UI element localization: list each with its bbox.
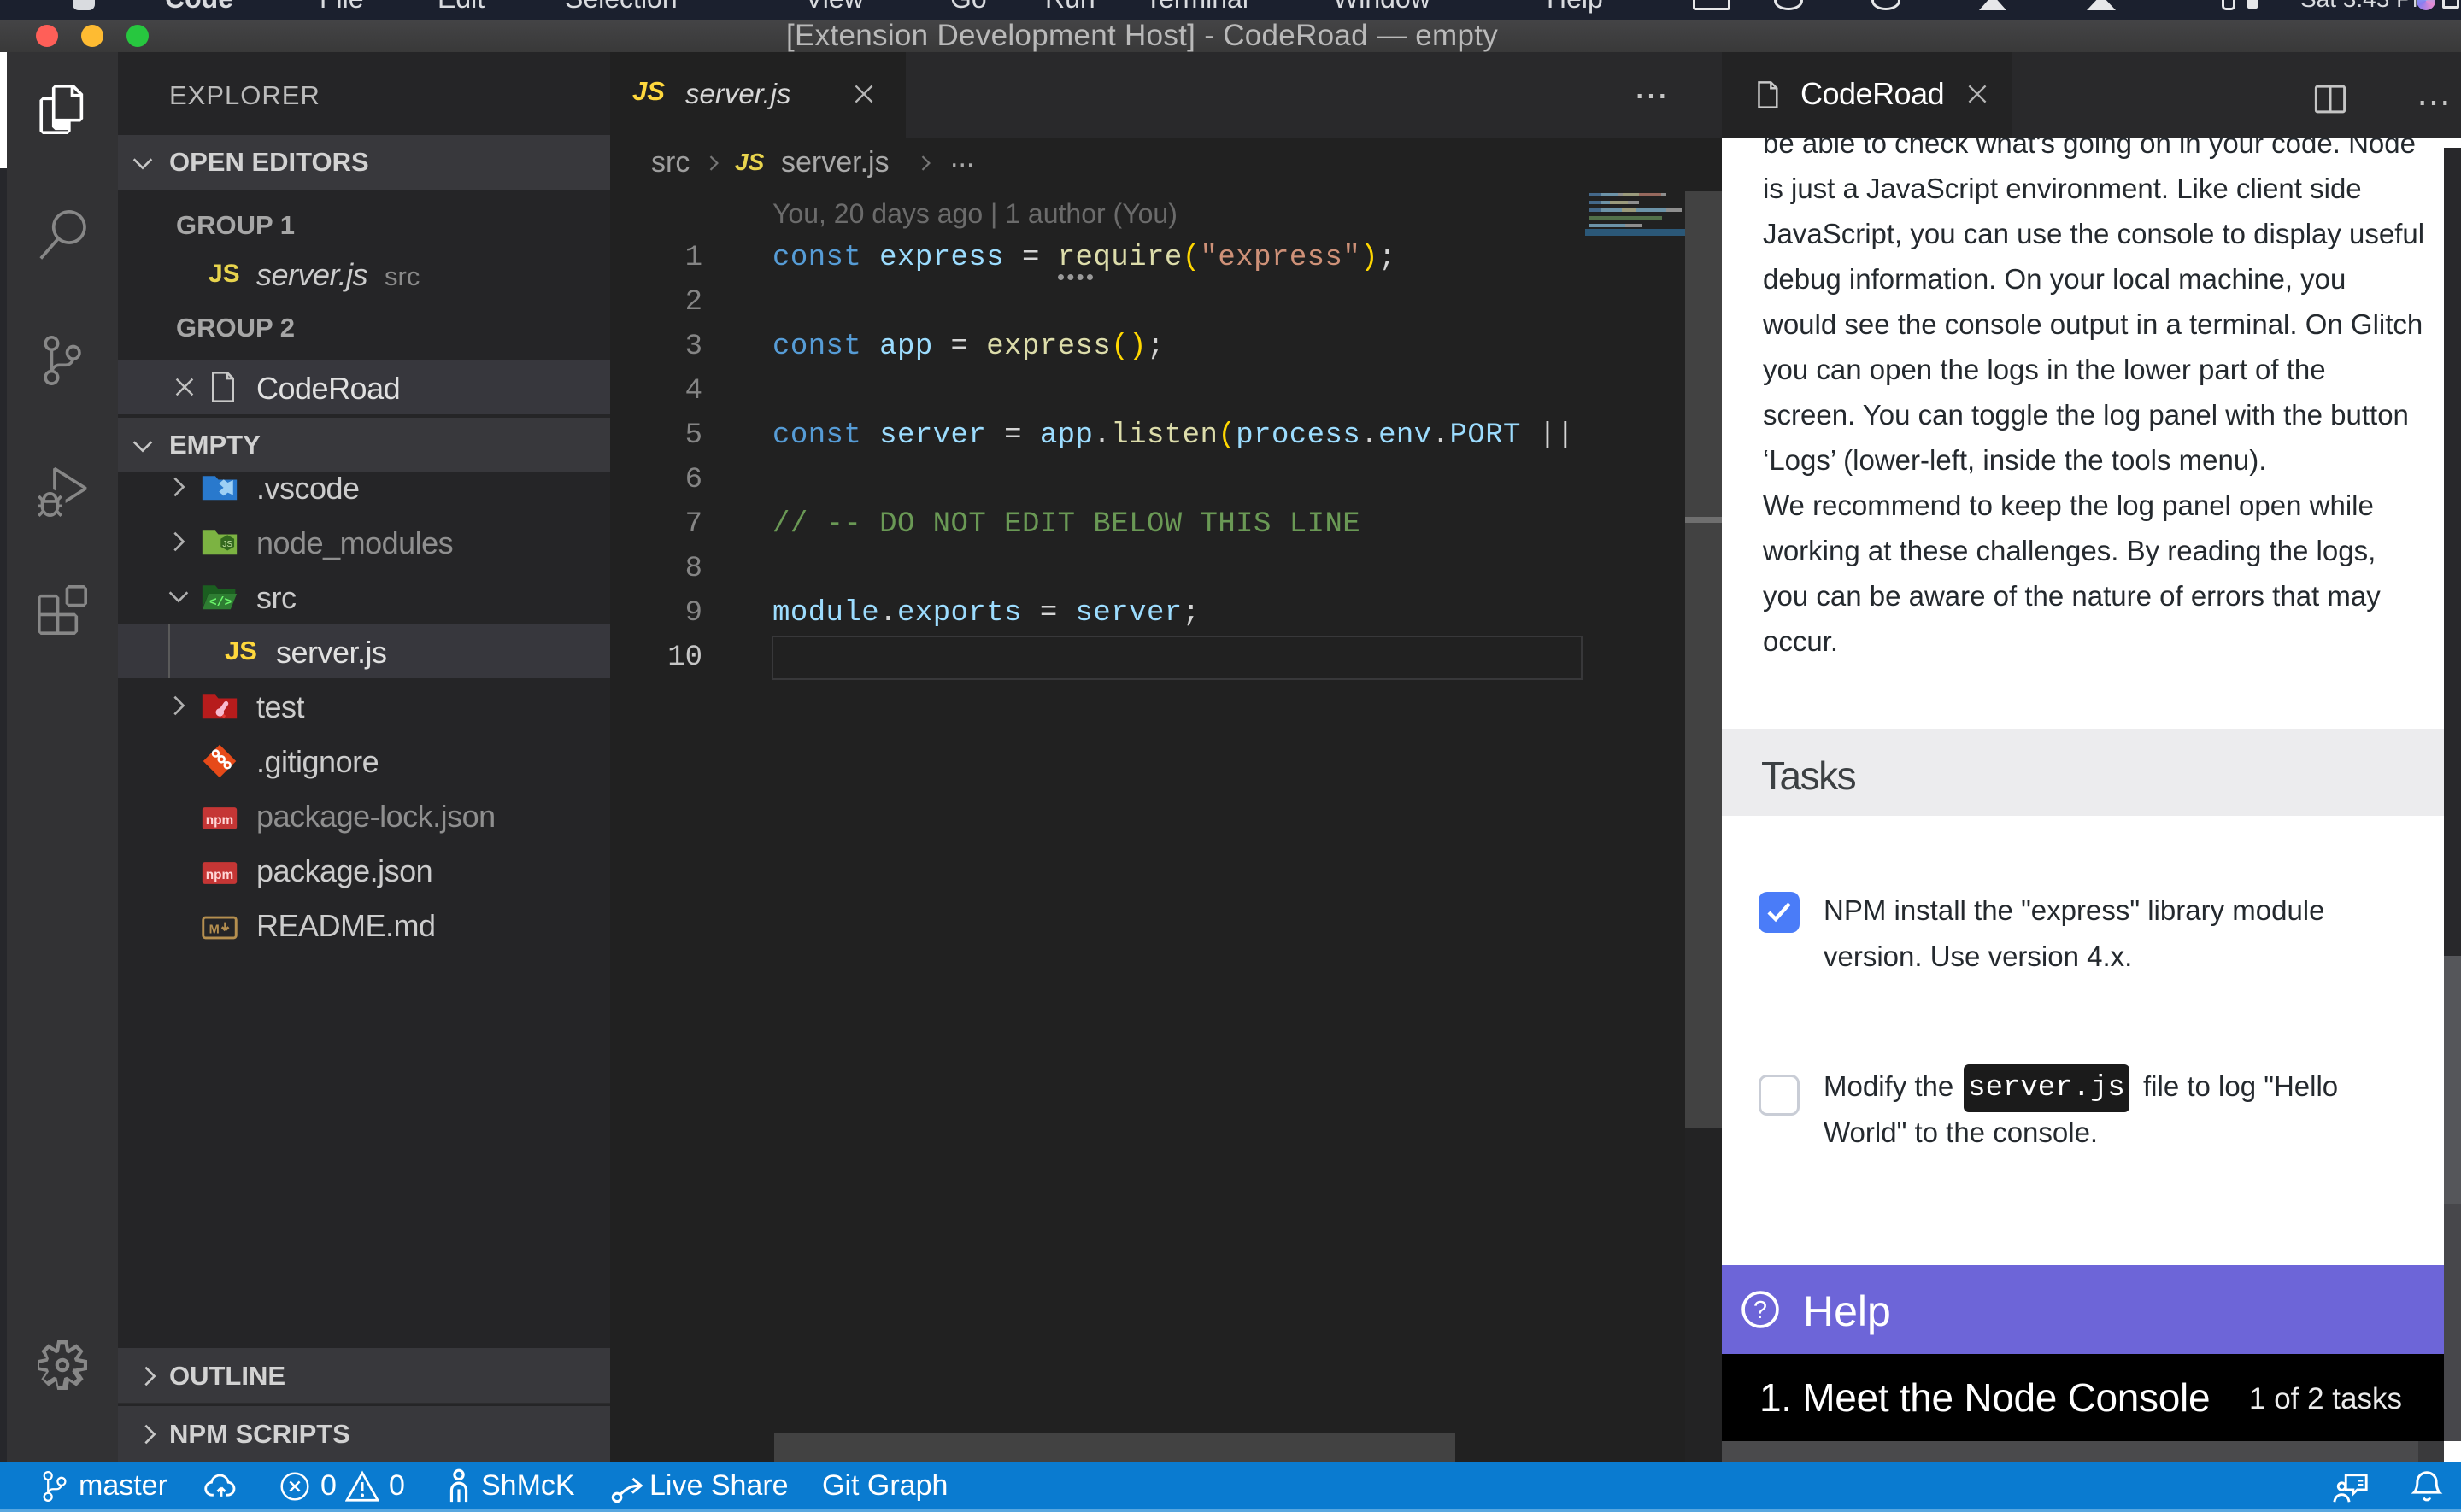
svg-text:</>: </> xyxy=(209,596,232,610)
svg-text:JS: JS xyxy=(222,540,232,549)
svg-text:M: M xyxy=(209,923,220,937)
svg-text:?: ? xyxy=(1753,1297,1767,1324)
svg-text:npm: npm xyxy=(206,868,234,882)
svg-text:npm: npm xyxy=(206,813,234,828)
